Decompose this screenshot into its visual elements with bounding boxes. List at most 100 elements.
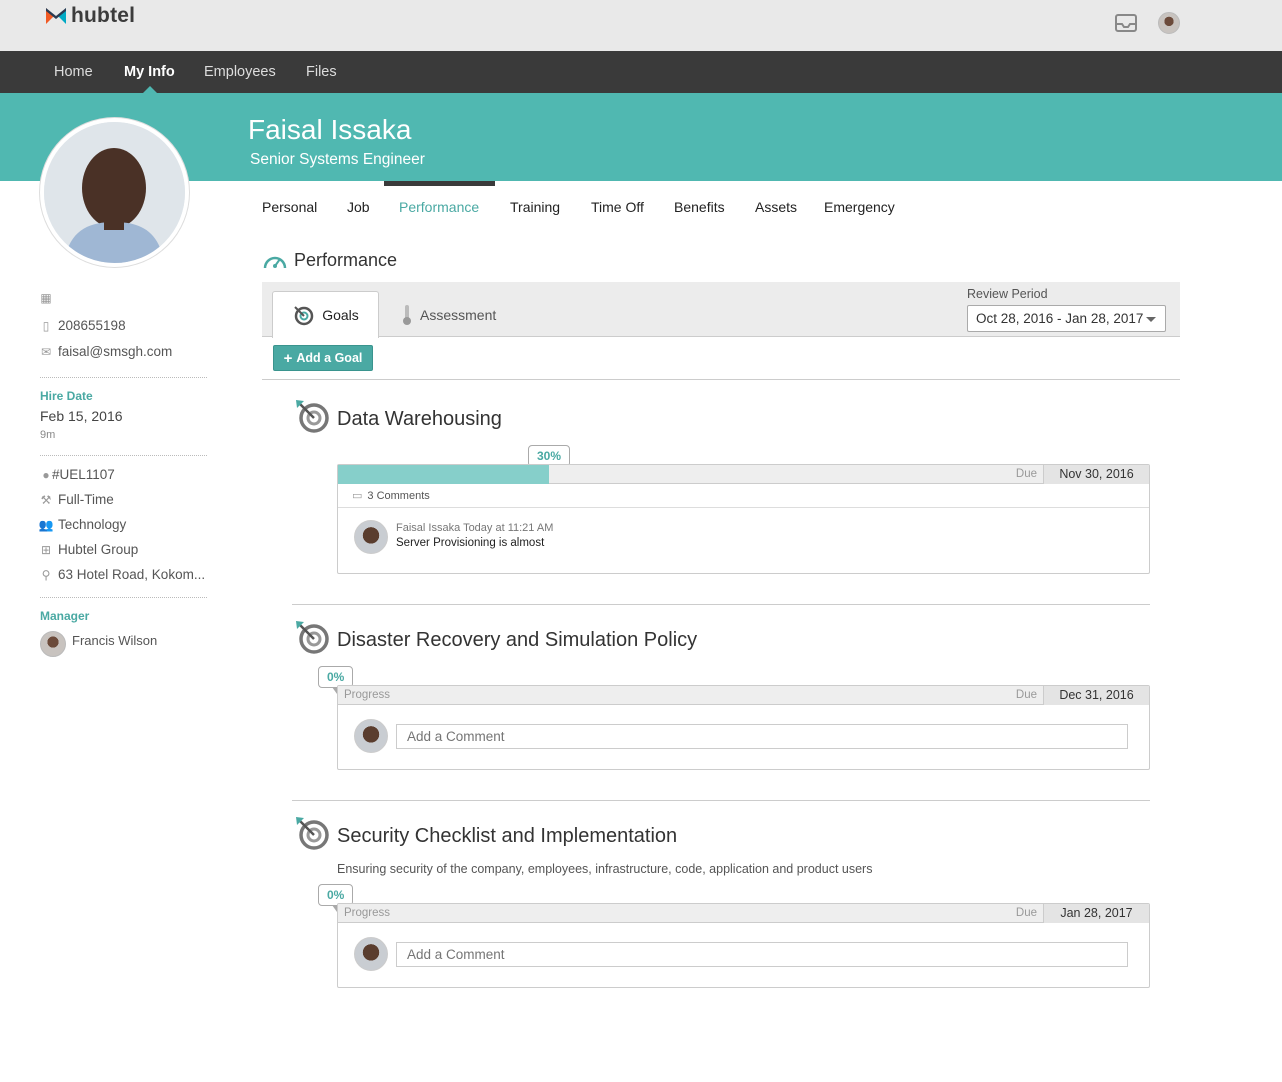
goal-target-icon	[296, 400, 329, 433]
performance-heading: Performance	[262, 250, 397, 271]
performance-title: Performance	[294, 250, 398, 270]
tab-performance[interactable]: Performance	[399, 199, 479, 215]
goal-title[interactable]: Security Checklist and Implementation	[337, 825, 677, 848]
due-label: Due	[1015, 689, 1037, 701]
active-tab-indicator	[384, 181, 495, 186]
progress-label: Progress	[344, 689, 391, 701]
inbox-icon[interactable]	[1114, 12, 1138, 34]
due-date: Dec 31, 2016	[1043, 686, 1149, 705]
nav-my-info[interactable]: My Info	[124, 64, 175, 80]
comment-item: Faisal Issaka Today at 11:21 AM Server P…	[338, 508, 1149, 566]
sidebar-employment-type: ⚒ Full-Time	[40, 492, 114, 507]
tab-assets[interactable]: Assets	[755, 199, 797, 215]
sidebar-department: 👥 Technology	[38, 517, 127, 532]
commenter-avatar	[354, 520, 388, 554]
people-icon: 👥	[38, 517, 54, 532]
top-bar: hubtel	[0, 0, 1282, 51]
envelope-icon: ✉	[40, 344, 52, 359]
add-goal-button[interactable]: + Add a Goal	[273, 345, 373, 371]
manager-label: Manager	[40, 609, 90, 623]
map-pin-icon: ⚲	[41, 567, 51, 582]
sidebar-divider	[40, 377, 207, 378]
user-avatar[interactable]	[1158, 12, 1180, 34]
due-date: Nov 30, 2016	[1043, 465, 1149, 484]
add-comment-input[interactable]	[396, 941, 1128, 967]
sidebar-phone[interactable]: ▯ 208655198	[40, 318, 126, 333]
thermometer-icon	[403, 305, 411, 325]
goal-target-icon	[296, 621, 329, 654]
comment-time: Today at 11:21 AM	[463, 522, 554, 534]
add-comment-row	[338, 705, 1149, 767]
comment-meta: Faisal Issaka Today at 11:21 AM	[396, 522, 553, 534]
progress-fill	[338, 465, 549, 484]
brand-name: hubtel	[71, 4, 136, 27]
mobile-phone-icon: ▯	[42, 318, 50, 333]
comment-icon: ▭	[352, 490, 363, 502]
department: Technology	[58, 517, 127, 532]
hire-date-value: Feb 15, 2016	[40, 408, 123, 424]
sidebar-divider	[40, 597, 207, 598]
sidebar-company: ⊞ Hubtel Group	[40, 542, 138, 557]
tenure: 9m	[40, 429, 55, 441]
manager-name: Francis Wilson	[72, 632, 158, 648]
tab-training[interactable]: Training	[510, 199, 560, 215]
company: Hubtel Group	[58, 542, 139, 557]
building-icon: ▦	[40, 291, 52, 305]
goal-card: Progress Due Dec 31, 2016	[337, 685, 1150, 770]
sidebar-email[interactable]: ✉ faisal@smsgh.com	[40, 344, 172, 359]
due-label: Due	[1015, 468, 1037, 480]
org-chart-icon: ⊞	[40, 542, 52, 557]
hire-date: Feb 15, 2016	[40, 408, 123, 424]
goal-divider	[292, 604, 1150, 605]
employee-id-prefix: #	[52, 467, 60, 482]
add-comment-input[interactable]	[396, 723, 1128, 749]
goal-description: Ensuring security of the company, employ…	[337, 862, 873, 876]
email-address: faisal@smsgh.com	[58, 344, 173, 359]
comments-count: 3 Comments	[367, 489, 430, 502]
progress-bar[interactable]: Progress Due Dec 31, 2016	[338, 686, 1149, 705]
active-nav-caret	[143, 86, 157, 93]
goal-card: Due Nov 30, 2016 ▭ 3 Comments Faisal Iss…	[337, 464, 1150, 574]
profile-photo[interactable]	[40, 118, 189, 267]
manager-link[interactable]: Francis Wilson	[40, 631, 157, 657]
nav-employees[interactable]: Employees	[204, 64, 276, 80]
nav-files[interactable]: Files	[306, 64, 337, 80]
commenter-avatar	[354, 719, 388, 753]
due-label: Due	[1015, 907, 1037, 919]
nav-home[interactable]: Home	[54, 64, 93, 80]
tab-personal[interactable]: Personal	[262, 199, 317, 215]
profile-photo-image	[44, 122, 185, 263]
tab-job[interactable]: Job	[347, 199, 370, 215]
goal-title[interactable]: Disaster Recovery and Simulation Policy	[337, 629, 697, 652]
goal-title[interactable]: Data Warehousing	[337, 408, 502, 431]
subtab-goals[interactable]: Goals	[272, 291, 379, 338]
progress-bar[interactable]: Progress Due Jan 28, 2017	[338, 904, 1149, 923]
id-badge-icon: ●	[42, 467, 50, 482]
sidebar-location: ⚲ 63 Hotel Road, Kokom...	[40, 567, 205, 582]
profile-header-band	[0, 93, 1282, 181]
assessment-label: Assessment	[420, 307, 497, 323]
goal-divider	[292, 800, 1150, 801]
progress-bar[interactable]: Due Nov 30, 2016	[338, 465, 1149, 484]
tab-emergency[interactable]: Emergency	[824, 199, 895, 215]
goal-card: Progress Due Jan 28, 2017	[337, 903, 1150, 988]
sidebar-divider	[40, 455, 207, 456]
location: 63 Hotel Road, Kokom...	[58, 567, 206, 582]
employee-id: UEL1107	[59, 467, 115, 482]
employee-name: Faisal Issaka	[248, 114, 412, 145]
comment-author: Faisal Issaka	[396, 522, 461, 534]
review-period-select[interactable]: Oct 28, 2016 - Jan 28, 2017	[967, 305, 1166, 332]
tab-benefits[interactable]: Benefits	[674, 199, 725, 215]
goals-label: Goals	[322, 307, 359, 323]
goal-target-icon	[296, 817, 329, 850]
commenter-avatar	[354, 937, 388, 971]
comments-toggle[interactable]: ▭ 3 Comments	[338, 484, 1149, 508]
hubtel-logo[interactable]: hubtel	[45, 4, 135, 28]
manager-avatar	[40, 631, 66, 657]
comment-text: Server Provisioning is almost	[396, 537, 545, 549]
add-goal-label: Add a Goal	[296, 351, 363, 365]
sidebar-employee-id: ● # UEL1107	[40, 467, 115, 482]
tab-time-off[interactable]: Time Off	[591, 199, 644, 215]
hubtel-logo-icon	[46, 8, 66, 24]
subtab-assessment[interactable]: Assessment	[402, 304, 496, 326]
